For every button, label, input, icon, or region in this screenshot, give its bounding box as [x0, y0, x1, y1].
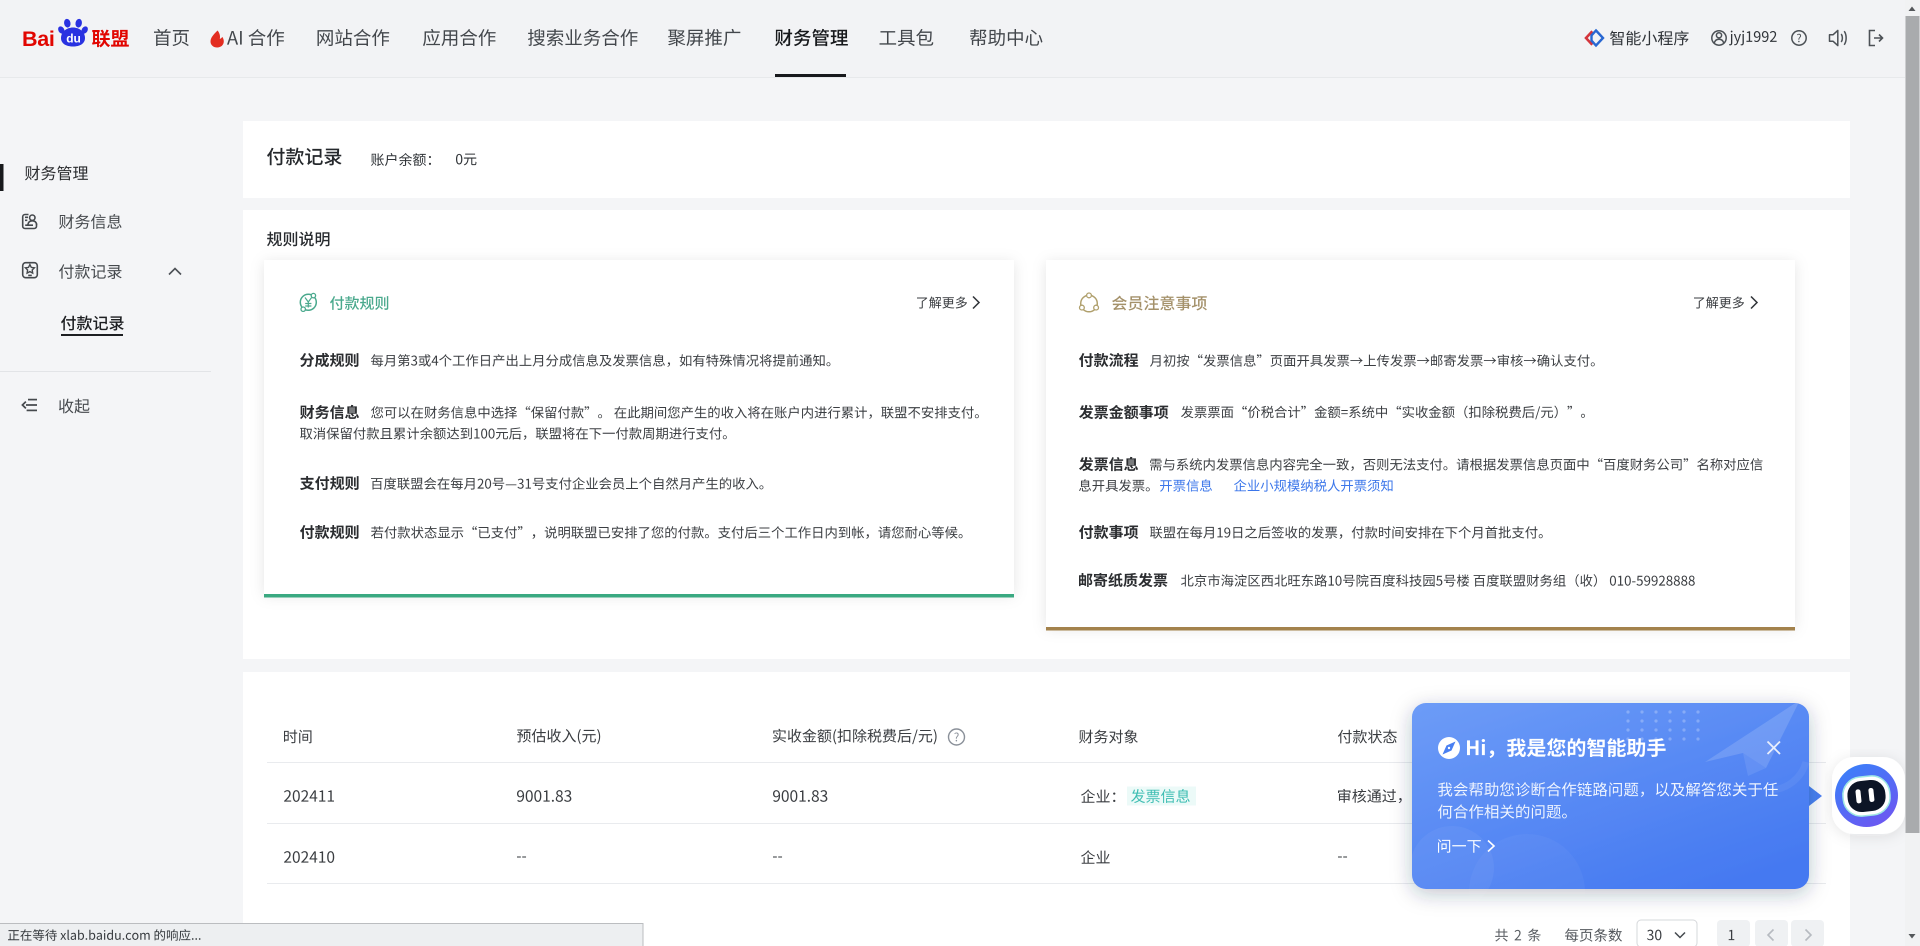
svg-text:du: du: [66, 32, 81, 46]
svg-text:Bai: Bai: [22, 27, 55, 51]
